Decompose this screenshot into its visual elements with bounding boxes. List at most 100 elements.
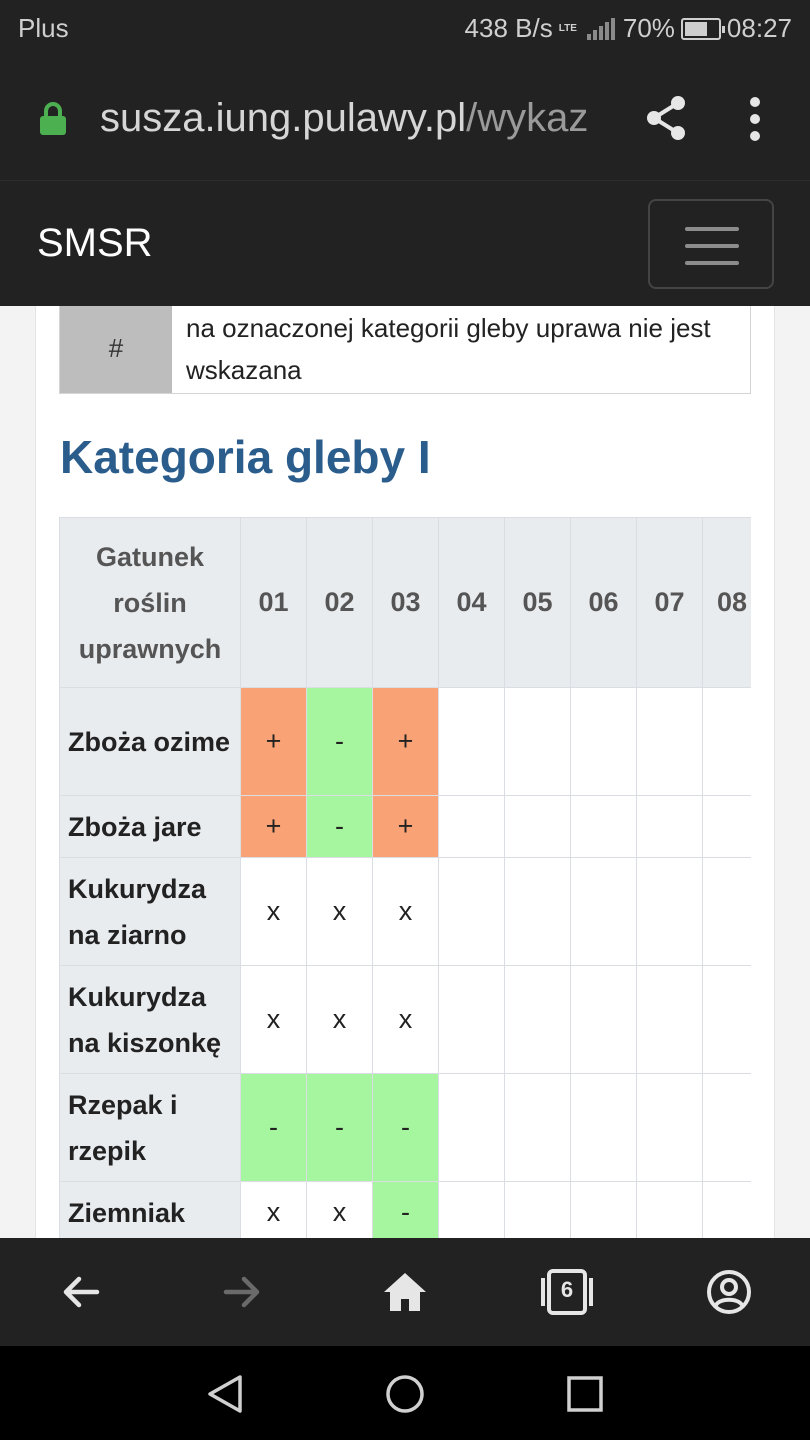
section-title: Kategoria gleby I	[60, 431, 431, 483]
table-cell	[504, 1181, 571, 1238]
table-cell	[504, 1073, 571, 1182]
nav-back-icon[interactable]	[204, 1372, 248, 1416]
status-right: 438 B/s LTE 70% 08:27	[465, 13, 792, 44]
table-row: Zboża jare + - +	[59, 795, 751, 858]
table-cell: x	[240, 1181, 307, 1238]
table-cell	[570, 687, 637, 796]
system-nav-bar	[0, 1346, 810, 1440]
table-cell	[438, 1181, 505, 1238]
table-cell: x	[240, 965, 307, 1074]
table-cell: x	[306, 965, 373, 1074]
tabs-button[interactable]: 6	[540, 1268, 594, 1316]
table-cell: -	[306, 687, 373, 796]
table-cell	[570, 965, 637, 1074]
table-cell: -	[240, 1073, 307, 1182]
table-cell	[636, 795, 703, 858]
table-cell	[438, 687, 505, 796]
table-cell	[570, 795, 637, 858]
navbar-toggle-button[interactable]	[648, 199, 774, 289]
row-label: Ziemniak	[59, 1181, 241, 1238]
signal-icon	[586, 17, 615, 40]
table-cell: +	[372, 687, 439, 796]
table-cell	[438, 857, 505, 966]
table-header-crop: Gatunek roślin uprawnych	[59, 517, 241, 688]
hamburger-line	[685, 227, 739, 231]
table-cell	[702, 795, 751, 858]
table-header-col: 03	[372, 517, 439, 688]
row-label: Kukurydza na ziarno	[59, 857, 241, 966]
carrier-name: Plus	[18, 13, 69, 43]
tabs-count: 6	[560, 1277, 574, 1302]
table-cell	[570, 857, 637, 966]
table-cell: x	[372, 857, 439, 966]
table-row: Zboża ozime + - +	[59, 687, 751, 796]
nav-home-icon[interactable]	[383, 1372, 427, 1416]
table-cell	[636, 1181, 703, 1238]
table-cell	[702, 687, 751, 796]
battery-percent: 70%	[622, 13, 675, 43]
table-cell	[636, 857, 703, 966]
table-header-col: 04	[438, 517, 505, 688]
arrow-left-icon[interactable]	[57, 1268, 105, 1316]
table-cell	[702, 1181, 751, 1238]
table-cell: x	[306, 857, 373, 966]
table-scroll-container[interactable]: Gatunek roślin uprawnych 01 02 03 04 05 …	[59, 517, 751, 1238]
table-cell: -	[306, 1073, 373, 1182]
legend-symbol: #	[60, 306, 172, 393]
menu-dots-icon[interactable]	[740, 96, 770, 142]
table-row: Rzepak i rzepik - - -	[59, 1073, 751, 1182]
lte-indicator: LTE	[558, 22, 577, 34]
table-cell	[702, 965, 751, 1074]
table-cell	[570, 1181, 637, 1238]
status-bar: Plus 438 B/s LTE 70% 08:27	[0, 0, 810, 60]
table-cell	[636, 1073, 703, 1182]
url-field[interactable]: susza.iung.pulawy.pl/wykaz	[100, 96, 622, 141]
table-header-col: 05	[504, 517, 571, 688]
table-header-col: 07	[636, 517, 703, 688]
hamburger-line	[685, 244, 739, 248]
table-header-col: 08	[702, 517, 751, 688]
table-cell	[438, 795, 505, 858]
site-navbar: SMSR	[0, 180, 810, 306]
table-row: Ziemniak x x -	[59, 1181, 751, 1238]
lock-icon	[40, 102, 66, 135]
table-header-row: Gatunek roślin uprawnych 01 02 03 04 05 …	[59, 517, 751, 688]
row-label: Kukurydza na kiszonkę	[59, 965, 241, 1074]
row-label: Rzepak i rzepik	[59, 1073, 241, 1182]
row-label: Zboża jare	[59, 795, 241, 858]
url-host: susza.iung.pulawy.pl	[100, 96, 467, 140]
table-cell: x	[306, 1181, 373, 1238]
table-header-col: 02	[306, 517, 373, 688]
brand-logo[interactable]: SMSR	[37, 221, 153, 266]
share-icon[interactable]	[644, 94, 688, 142]
table-cell	[504, 795, 571, 858]
table-cell: +	[240, 687, 307, 796]
table-row: Kukurydza na ziarno x x x	[59, 857, 751, 966]
table-cell	[702, 857, 751, 966]
battery-icon	[680, 17, 725, 40]
table-cell: x	[240, 857, 307, 966]
table-cell: +	[240, 795, 307, 858]
browser-toolbar: 6	[0, 1238, 810, 1346]
table-cell	[438, 965, 505, 1074]
nav-recents-icon[interactable]	[563, 1372, 607, 1416]
table-cell: -	[372, 1181, 439, 1238]
url-path: /wykaz	[466, 96, 589, 140]
table-cell: +	[372, 795, 439, 858]
battery-fill	[684, 21, 707, 36]
table-cell	[504, 857, 571, 966]
table-header-col: 01	[240, 517, 307, 688]
hamburger-line	[685, 261, 739, 265]
page-content: # na oznaczonej kategorii gleby uprawa n…	[0, 306, 810, 1238]
url-bar: susza.iung.pulawy.pl/wykaz	[0, 60, 810, 180]
arrow-right-icon[interactable]	[218, 1268, 266, 1316]
table-header-col: 06	[570, 517, 637, 688]
network-speed: 438 B/s	[464, 13, 553, 43]
table-cell	[702, 1073, 751, 1182]
legend-text: na oznaczonej kategorii gleby uprawa nie…	[172, 306, 750, 393]
table-row: Kukurydza na kiszonkę x x x	[59, 965, 751, 1074]
row-label: Zboża ozime	[59, 687, 241, 796]
account-icon[interactable]	[705, 1268, 753, 1316]
table-cell	[570, 1073, 637, 1182]
home-icon[interactable]	[381, 1268, 429, 1316]
